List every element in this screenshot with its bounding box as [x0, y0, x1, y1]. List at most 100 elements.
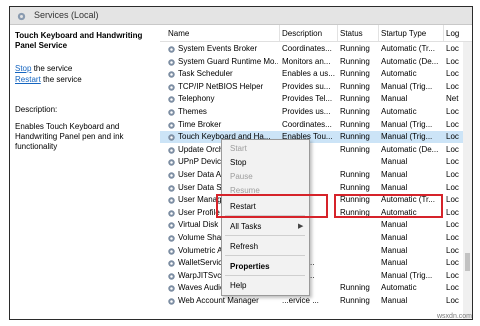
cell-log: Loc — [446, 220, 459, 230]
cell-desc: Provides su... — [282, 81, 331, 91]
table-row[interactable]: WarpJITSvc...s a JI...Manual (Trig...Loc — [160, 270, 472, 282]
cell-log: Loc — [446, 132, 459, 142]
column-header-log-on-as[interactable]: Log — [446, 29, 459, 38]
cell-startup: Automatic — [381, 283, 417, 293]
table-row[interactable]: Volume Shadow Copy Manual Loc — [160, 232, 472, 244]
column-header-description[interactable]: Description — [282, 29, 322, 38]
table-row[interactable]: Volumetric Audio Compo...ManualLoc — [160, 245, 472, 257]
cell-startup: Manual — [381, 296, 408, 305]
table-row[interactable]: TCP/IP NetBIOS Helper Provides su... Runni… — [160, 81, 472, 93]
table-row[interactable]: Waves Audio Services Running Automatic Loc — [160, 282, 472, 294]
menu-item-help[interactable]: Help — [230, 281, 246, 290]
service-gear-icon — [167, 121, 176, 132]
service-gear-icon — [167, 45, 176, 56]
table-row[interactable]: Task Scheduler Enables a us... Running Auto… — [160, 68, 472, 80]
cell-log: Loc — [446, 44, 459, 53]
service-gear-icon — [167, 95, 176, 106]
cell-log: Loc — [446, 207, 459, 217]
menu-item-properties[interactable]: Properties — [230, 262, 270, 271]
column-divider[interactable] — [378, 25, 379, 41]
cell-startup: Manual — [381, 245, 408, 255]
menu-item-start[interactable]: Start — [230, 144, 247, 153]
cell-log: Loc — [446, 119, 459, 129]
table-row[interactable]: System Events Broker Coordinates... Runnin… — [160, 43, 472, 55]
table-row[interactable]: Touch Keyboard and Ha... Enables Tou... Ru… — [160, 131, 472, 144]
window-title: Services (Local) — [34, 10, 99, 20]
cell-log: Loc — [446, 56, 459, 66]
menu-item-all-tasks[interactable]: All Tasks — [230, 222, 261, 231]
service-gear-icon — [167, 70, 176, 81]
cell-log: Loc — [446, 170, 459, 179]
cell-log: Loc — [446, 258, 459, 268]
column-divider[interactable] — [337, 25, 338, 41]
menu-item-stop[interactable]: Stop — [230, 158, 246, 167]
restart-service-suffix: the service — [40, 75, 82, 84]
cell-startup: Manual (Trig... — [381, 270, 433, 280]
cell-status: Running — [340, 69, 370, 79]
table-row[interactable]: UPnP Device Host Manual Loc — [160, 156, 472, 168]
cell-log: Loc — [446, 107, 459, 116]
cell-startup: Manual (Trig... — [381, 119, 433, 129]
cell-log: Loc — [446, 81, 459, 91]
cell-name: System Events Broker — [178, 44, 258, 53]
cell-name: Web Account Manager — [178, 296, 259, 305]
table-row[interactable]: Web Account Manager ...ervice ... Running M… — [160, 295, 472, 307]
cell-startup: Automatic — [381, 107, 417, 116]
cell-log: Loc — [446, 283, 459, 293]
column-header-status[interactable]: Status — [340, 29, 363, 38]
cell-status: Running — [340, 119, 370, 129]
menu-separator — [225, 255, 305, 256]
cell-startup: Manual — [381, 258, 408, 268]
stop-service-suffix: the service — [31, 64, 73, 73]
table-row[interactable]: System Guard Runtime Mo... Monitors an...… — [160, 56, 472, 68]
cell-status: Running — [340, 283, 370, 293]
column-header-name[interactable]: Name — [168, 29, 189, 38]
service-gear-icon — [167, 221, 176, 232]
column-divider[interactable] — [279, 25, 280, 41]
menu-item-pause[interactable]: Pause — [230, 172, 253, 181]
row-highlight-box — [334, 194, 443, 218]
cell-status: Running — [340, 132, 370, 142]
service-gear-icon — [167, 272, 176, 283]
cell-log: Loc — [446, 195, 459, 205]
cell-log: Loc — [446, 270, 459, 280]
description-label: Description: — [15, 105, 58, 114]
table-row[interactable]: Telephony Provides Tel... Running Manual Net — [160, 93, 472, 105]
cell-name: Telephony — [178, 94, 215, 104]
table-row[interactable]: User Data Storage Running Manual Loc — [160, 182, 472, 194]
table-row[interactable]: Update Orchestrator Se...RunningAutomati… — [160, 144, 472, 156]
restart-service-link[interactable]: Restart — [15, 75, 41, 84]
column-divider[interactable] — [443, 25, 444, 41]
cell-startup: Manual (Trig... — [381, 132, 433, 142]
service-gear-icon — [167, 108, 176, 119]
column-header-startup-type[interactable]: Startup Type — [381, 29, 426, 38]
cell-log: Loc — [446, 233, 459, 242]
cell-desc: Provides Tel... — [282, 94, 333, 104]
cell-startup: Automatic (Tr... — [381, 44, 435, 53]
table-row[interactable]: Virtual Disk Manual Loc — [160, 219, 472, 231]
cell-log: Loc — [446, 296, 459, 305]
service-gear-icon — [167, 209, 176, 220]
cell-status: Running — [340, 144, 370, 154]
cell-startup: Automatic (De... — [381, 144, 439, 154]
cell-log: Net — [446, 94, 459, 104]
watermark: wsxdn.com — [437, 313, 473, 320]
stop-service-link[interactable]: Stop — [15, 64, 31, 73]
service-gear-icon — [167, 146, 176, 157]
cell-desc: Coordinates... — [282, 44, 332, 53]
service-gear-icon — [167, 171, 176, 182]
cell-log: Loc — [446, 157, 459, 167]
cell-name: Task Scheduler — [178, 69, 233, 79]
cell-startup: Automatic (De... — [381, 56, 439, 66]
table-row[interactable]: Time Broker Coordinates... Running Manual (… — [160, 119, 472, 131]
vertical-scrollbar[interactable] — [463, 42, 472, 319]
scrollbar-thumb[interactable] — [465, 253, 470, 271]
stop-service-line: Stop the service — [15, 64, 72, 73]
cell-name: TCP/IP NetBIOS Helper — [178, 81, 264, 91]
table-row[interactable]: User Data Access Running Manual Loc — [160, 169, 472, 181]
table-row[interactable]: WalletService...objec...ManualLoc — [160, 257, 472, 269]
cell-startup: Manual — [381, 157, 408, 167]
table-row[interactable]: Themes Provides us... Running Automatic Loc — [160, 106, 472, 118]
menu-item-refresh[interactable]: Refresh — [230, 242, 258, 251]
cell-startup: Manual — [381, 182, 408, 192]
